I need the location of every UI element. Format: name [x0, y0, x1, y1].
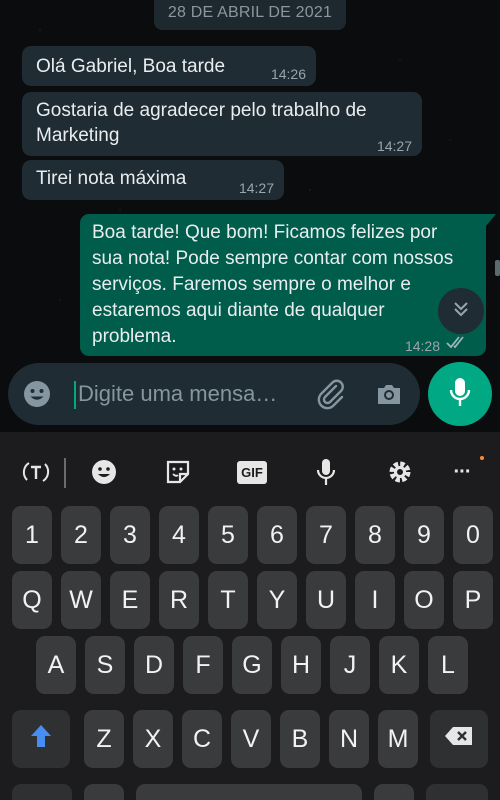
more-options-button[interactable]: ··· [444, 456, 480, 488]
key[interactable]: 0 [453, 506, 493, 564]
message-bubble-incoming[interactable]: Tirei nota máxima 14:27 [22, 160, 284, 200]
key[interactable]: Q [12, 571, 52, 629]
shift-arrow-icon [29, 723, 53, 756]
key[interactable]: W [61, 571, 101, 629]
message-text: Boa tarde! Que bom! Ficamos felizes por … [92, 222, 454, 347]
backspace-icon [444, 725, 474, 754]
message-time: 14:27 [376, 138, 412, 154]
key[interactable]: N [329, 710, 369, 768]
message-text: Tirei nota máxima [36, 168, 187, 189]
key[interactable]: I [355, 571, 395, 629]
key[interactable]: F [183, 636, 223, 694]
message-bubble-outgoing[interactable]: Boa tarde! Que bom! Ficamos felizes por … [80, 214, 496, 357]
key[interactable]: M [378, 710, 418, 768]
key[interactable]: 8 [355, 506, 395, 564]
microphone-icon [447, 376, 473, 413]
sticker-icon[interactable] [160, 456, 196, 488]
message-time: 14:27 [238, 180, 274, 196]
key[interactable]: P [453, 571, 493, 629]
key[interactable]: 2 [61, 506, 101, 564]
scroll-to-bottom-button[interactable] [438, 288, 484, 334]
key[interactable]: 5 [208, 506, 248, 564]
gif-button[interactable]: GIF [234, 456, 270, 488]
on-screen-keyboard[interactable]: GIF ··· 1 2 3 4 5 6 7 8 9 0 Q W E R T Y … [0, 432, 500, 800]
comma-key[interactable] [84, 784, 124, 800]
key[interactable]: V [231, 710, 271, 768]
key[interactable]: E [110, 571, 150, 629]
key[interactable]: T [208, 571, 248, 629]
camera-icon[interactable] [374, 379, 404, 414]
gear-icon[interactable] [382, 456, 418, 488]
paperclip-icon[interactable] [314, 377, 348, 416]
key[interactable]: 6 [257, 506, 297, 564]
voice-record-button[interactable] [428, 362, 492, 426]
key[interactable]: S [85, 636, 125, 694]
microphone-icon[interactable] [308, 456, 344, 488]
key[interactable]: 3 [110, 506, 150, 564]
more-dots-icon: ··· [453, 460, 472, 483]
message-bubble-incoming[interactable]: Olá Gabriel, Boa tarde 14:26 [22, 46, 316, 86]
key[interactable]: U [306, 571, 346, 629]
symbols-key[interactable] [12, 784, 72, 800]
message-text: Gostaria de agradecer pelo trabalho de M… [36, 100, 367, 146]
key[interactable]: B [280, 710, 320, 768]
key[interactable]: 7 [306, 506, 346, 564]
read-ticks-icon [446, 332, 468, 357]
translate-icon[interactable] [18, 456, 54, 488]
key[interactable]: J [330, 636, 370, 694]
key[interactable]: A [36, 636, 76, 694]
key[interactable]: C [182, 710, 222, 768]
shift-key[interactable] [12, 710, 70, 768]
key[interactable]: O [404, 571, 444, 629]
text-cursor [74, 381, 76, 409]
emoji-icon[interactable] [22, 379, 52, 414]
emoji-icon[interactable] [86, 456, 122, 488]
scroll-indicator[interactable] [495, 260, 500, 276]
key[interactable]: L [428, 636, 468, 694]
enter-key[interactable] [426, 784, 488, 800]
date-chip: 28 DE ABRIL DE 2021 [154, 0, 346, 30]
gif-label: GIF [237, 460, 267, 484]
key[interactable]: R [159, 571, 199, 629]
key[interactable]: D [134, 636, 174, 694]
period-key[interactable] [374, 784, 414, 800]
key[interactable]: G [232, 636, 272, 694]
message-time: 14:28 [404, 338, 440, 354]
message-bubble-incoming[interactable]: Gostaria de agradecer pelo trabalho de M… [22, 92, 422, 156]
key[interactable]: X [133, 710, 173, 768]
backspace-key[interactable] [430, 710, 488, 768]
message-composer[interactable]: Digite uma mensa… [8, 363, 420, 425]
key[interactable]: Z [84, 710, 124, 768]
double-chevron-down-icon [451, 299, 471, 324]
notification-dot [480, 456, 484, 460]
message-text: Olá Gabriel, Boa tarde [36, 56, 226, 77]
key[interactable]: 9 [404, 506, 444, 564]
message-input[interactable]: Digite uma mensa… [78, 381, 277, 407]
message-time: 14:26 [270, 66, 306, 82]
toolbar-divider [64, 458, 66, 488]
key[interactable]: 1 [12, 506, 52, 564]
key[interactable]: K [379, 636, 419, 694]
key[interactable]: H [281, 636, 321, 694]
key[interactable]: 4 [159, 506, 199, 564]
key[interactable]: Y [257, 571, 297, 629]
keyboard-toolbar: GIF ··· [0, 432, 500, 508]
space-key[interactable] [136, 784, 362, 800]
